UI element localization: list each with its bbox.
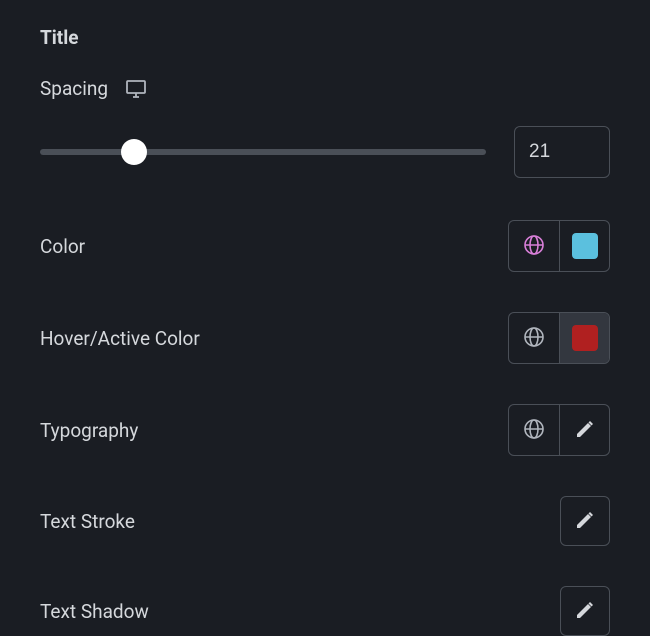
spacing-label: Spacing — [40, 77, 108, 100]
spacing-row: Spacing — [40, 77, 610, 100]
text-shadow-row: Text Shadow — [40, 586, 610, 636]
color-button-group — [508, 220, 610, 272]
text-stroke-edit-button[interactable] — [560, 496, 610, 546]
spacing-label-group: Spacing — [40, 77, 146, 100]
typography-label: Typography — [40, 419, 138, 442]
typography-row: Typography — [40, 404, 610, 456]
color-row: Color — [40, 220, 610, 272]
spacing-slider[interactable] — [40, 149, 486, 155]
hover-color-label: Hover/Active Color — [40, 327, 200, 350]
text-shadow-label: Text Shadow — [40, 600, 149, 623]
desktop-icon[interactable] — [126, 80, 146, 98]
pencil-icon — [575, 510, 595, 533]
spacing-slider-row — [40, 126, 610, 178]
hover-color-row: Hover/Active Color — [40, 312, 610, 364]
spacing-slider-thumb[interactable] — [121, 139, 147, 165]
text-stroke-label: Text Stroke — [40, 510, 135, 533]
section-title: Title — [40, 26, 610, 49]
pencil-icon — [575, 419, 595, 442]
color-swatch — [572, 233, 598, 259]
hover-color-button-group — [508, 312, 610, 364]
hover-color-global-button[interactable] — [509, 313, 559, 363]
text-stroke-row: Text Stroke — [40, 496, 610, 546]
spacing-input[interactable] — [514, 126, 610, 178]
globe-icon — [523, 326, 545, 351]
text-shadow-edit-button[interactable] — [560, 586, 610, 636]
typography-button-group — [508, 404, 610, 456]
globe-icon — [523, 234, 545, 259]
typography-edit-button[interactable] — [559, 405, 609, 455]
hover-color-swatch — [572, 325, 598, 351]
pencil-icon — [575, 600, 595, 623]
color-global-button[interactable] — [509, 221, 559, 271]
typography-global-button[interactable] — [509, 405, 559, 455]
color-swatch-button[interactable] — [559, 221, 609, 271]
hover-color-swatch-button[interactable] — [559, 313, 609, 363]
color-label: Color — [40, 235, 85, 258]
globe-icon — [523, 418, 545, 443]
